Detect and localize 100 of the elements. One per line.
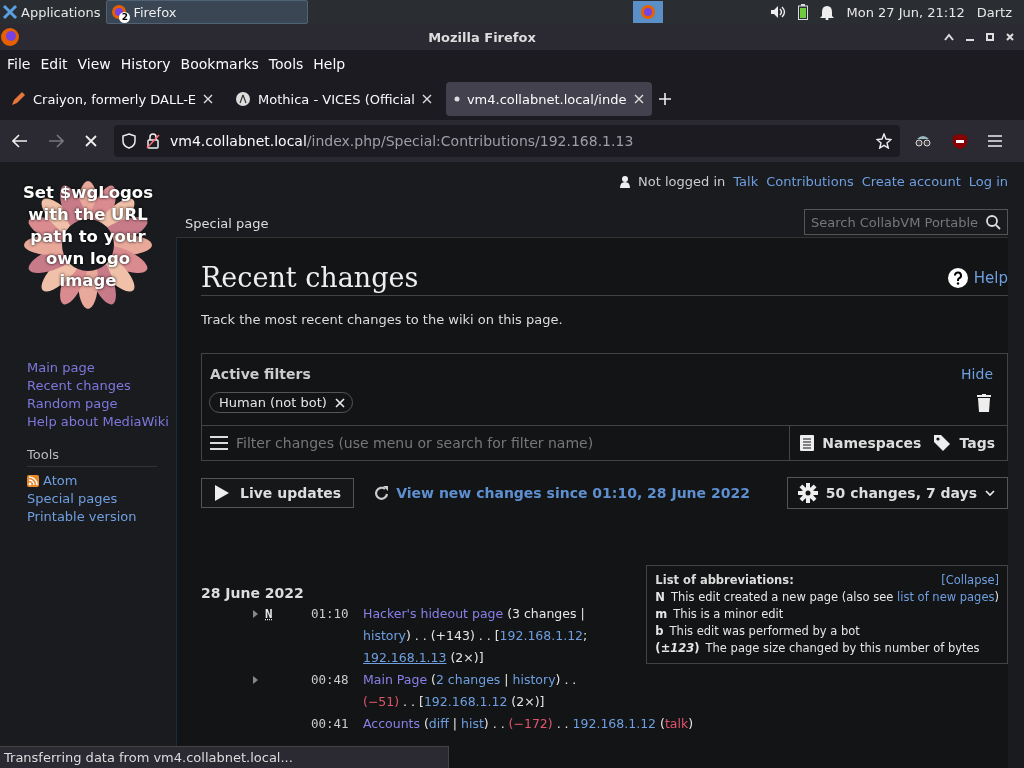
sidebar-link[interactable]: Recent changes [27,378,176,393]
page-heading: Recent changes [201,262,419,293]
forward-icon[interactable] [48,134,64,148]
address-bar[interactable]: vm4.collabnet.local/index.php/Special:Contributions/192.168.1.13 [114,125,900,157]
user-link[interactable]: Contributions [766,174,854,189]
collapse-link[interactable]: [Collapse] [941,572,999,589]
refresh-icon [374,485,391,501]
legend-entry: b This edit was performed by a bot [655,623,861,640]
change-link[interactable]: hist [461,716,484,731]
change-link[interactable]: history [512,672,556,687]
gear-icon [797,483,818,503]
menu-item[interactable]: History [115,56,176,72]
count-badge: 2 [119,12,131,23]
help-icon[interactable] [947,267,968,288]
close-icon[interactable] [334,397,345,408]
star-icon[interactable] [876,133,892,149]
shield-icon[interactable] [952,132,968,150]
user-name[interactable]: Dartz [976,4,1012,20]
volume-icon[interactable] [770,5,787,19]
change-link[interactable]: history [363,628,406,643]
namespaces-button[interactable]: Namespaces [790,426,934,460]
expand-arrow-icon[interactable] [253,610,258,618]
change-entry: Main Page (2 changes | history) . . (−51) . . [192.168.1.12 (2×)] [363,671,578,711]
change-link[interactable]: Accounts [363,716,420,731]
change-time: 01:10 [311,605,350,623]
clock[interactable]: Mon 27 Jun, 21:12 [846,4,965,20]
chevron-down-icon [985,489,995,497]
sidebar-link[interactable]: Help about MediaWiki [27,414,176,429]
close-icon[interactable] [633,94,644,104]
taskbar-button[interactable] [633,1,664,23]
menu-item[interactable]: Help [308,56,351,72]
change-entry: Accounts (diff | hist) . . (−172) . . 192.168.1.12 (talk) [363,715,694,733]
window-title: Mozilla Firefox [427,29,537,45]
browser-tab[interactable]: Mothica - VICES (Official [227,82,440,116]
view-new-changes-link[interactable]: View new changes since 01:10, 28 June 2022 [374,485,750,501]
change-link[interactable]: Main Page [363,672,428,687]
sidebar-link[interactable]: Printable version [27,509,176,524]
menu-item[interactable]: Tools [263,56,309,72]
sidebar-link[interactable]: Main page [27,360,176,375]
menu-icon[interactable] [988,135,1002,147]
menu-item[interactable]: File [2,56,36,72]
change-time: 00:48 [311,671,350,689]
change-link[interactable]: diff [428,716,449,731]
search-field[interactable]: Search CollabVM Portable [804,209,1008,235]
change-time: 00:41 [311,715,350,733]
maximize-icon[interactable] [986,33,994,41]
help-link[interactable]: Help [973,268,1008,287]
firefox-icon [0,27,20,47]
user-link[interactable]: Talk [733,174,759,189]
chevron-up-icon[interactable] [944,33,954,41]
firefox-icon [640,4,657,20]
menu-item[interactable]: Edit [35,56,73,72]
change-link[interactable]: Hacker's hideout page [363,606,504,621]
bell-icon[interactable] [820,4,835,20]
user-link[interactable]: Create account [861,174,961,189]
applications-menu[interactable]: Applications [21,4,101,20]
lock-icon [146,133,160,149]
login-status: Not logged in [638,174,726,189]
user-icon [620,175,631,188]
hide-link[interactable]: Hide [961,366,993,382]
close-icon[interactable] [1006,33,1014,41]
sidebar-link[interactable]: Random page [27,396,176,411]
stop-icon[interactable] [84,134,98,148]
panel-title: Active filters [210,366,311,382]
close-icon[interactable] [421,94,432,104]
options-button[interactable]: 50 changes, 7 days [786,477,1008,509]
change-link[interactable]: 192.168.1.12 [572,716,657,731]
user-link[interactable]: Log in [968,174,1008,189]
trash-icon[interactable] [977,393,991,412]
change-link[interactable]: 192.168.1.12 [499,628,584,643]
intro-text: Track the most recent changes to the wiki on this page. [201,312,564,327]
close-icon[interactable] [203,94,214,104]
menu-icon [210,436,228,450]
change-link[interactable]: 2 changes [435,672,501,687]
menu-item[interactable]: View [72,56,116,72]
filter-input[interactable]: Filter changes (use menu or search for filter name) [202,426,791,460]
glasses-icon[interactable] [914,133,932,149]
search-icon [986,214,1001,230]
sidebar-link[interactable]: Atom [43,473,78,488]
sidebar-link[interactable]: Special pages [27,491,176,506]
legend-entry: N This edit created a new page (also see list of new pages) [655,589,999,606]
new-pages-link[interactable]: list of new pages [897,590,995,604]
browser-tab[interactable]: Craiyon, formerly DALL-E [2,82,222,116]
status-bar: Transferring data from vm4.collabnet.local... [0,746,449,768]
change-link[interactable]: 192.168.1.12 [423,694,508,709]
url-text: vm4.collabnet.local/index.php/Special:Contributions/192.168.1.13 [170,133,635,149]
battery-icon[interactable] [798,4,809,20]
back-icon[interactable] [12,134,28,148]
live-updates-button[interactable]: Live updates [201,478,355,508]
plus-icon[interactable] [657,92,672,106]
change-link[interactable]: 192.168.1.13 [363,650,447,665]
box-title: List of abbreviations: [655,572,794,589]
change-link[interactable]: talk [664,716,689,731]
change-entry: Hacker's hideout page (3 changes | history) . . (+143) . . [192.168.1.12; 192.168.1.13 (2×)] [363,605,589,667]
taskbar-button[interactable]: 2 Firefox [106,0,309,24]
tags-button[interactable]: Tags [933,426,1007,460]
play-icon [214,484,230,502]
browser-tab[interactable]: vm4.collabnet.local/inde [445,82,652,116]
menu-item[interactable]: Bookmarks [175,56,264,72]
expand-arrow-icon[interactable] [253,676,258,684]
